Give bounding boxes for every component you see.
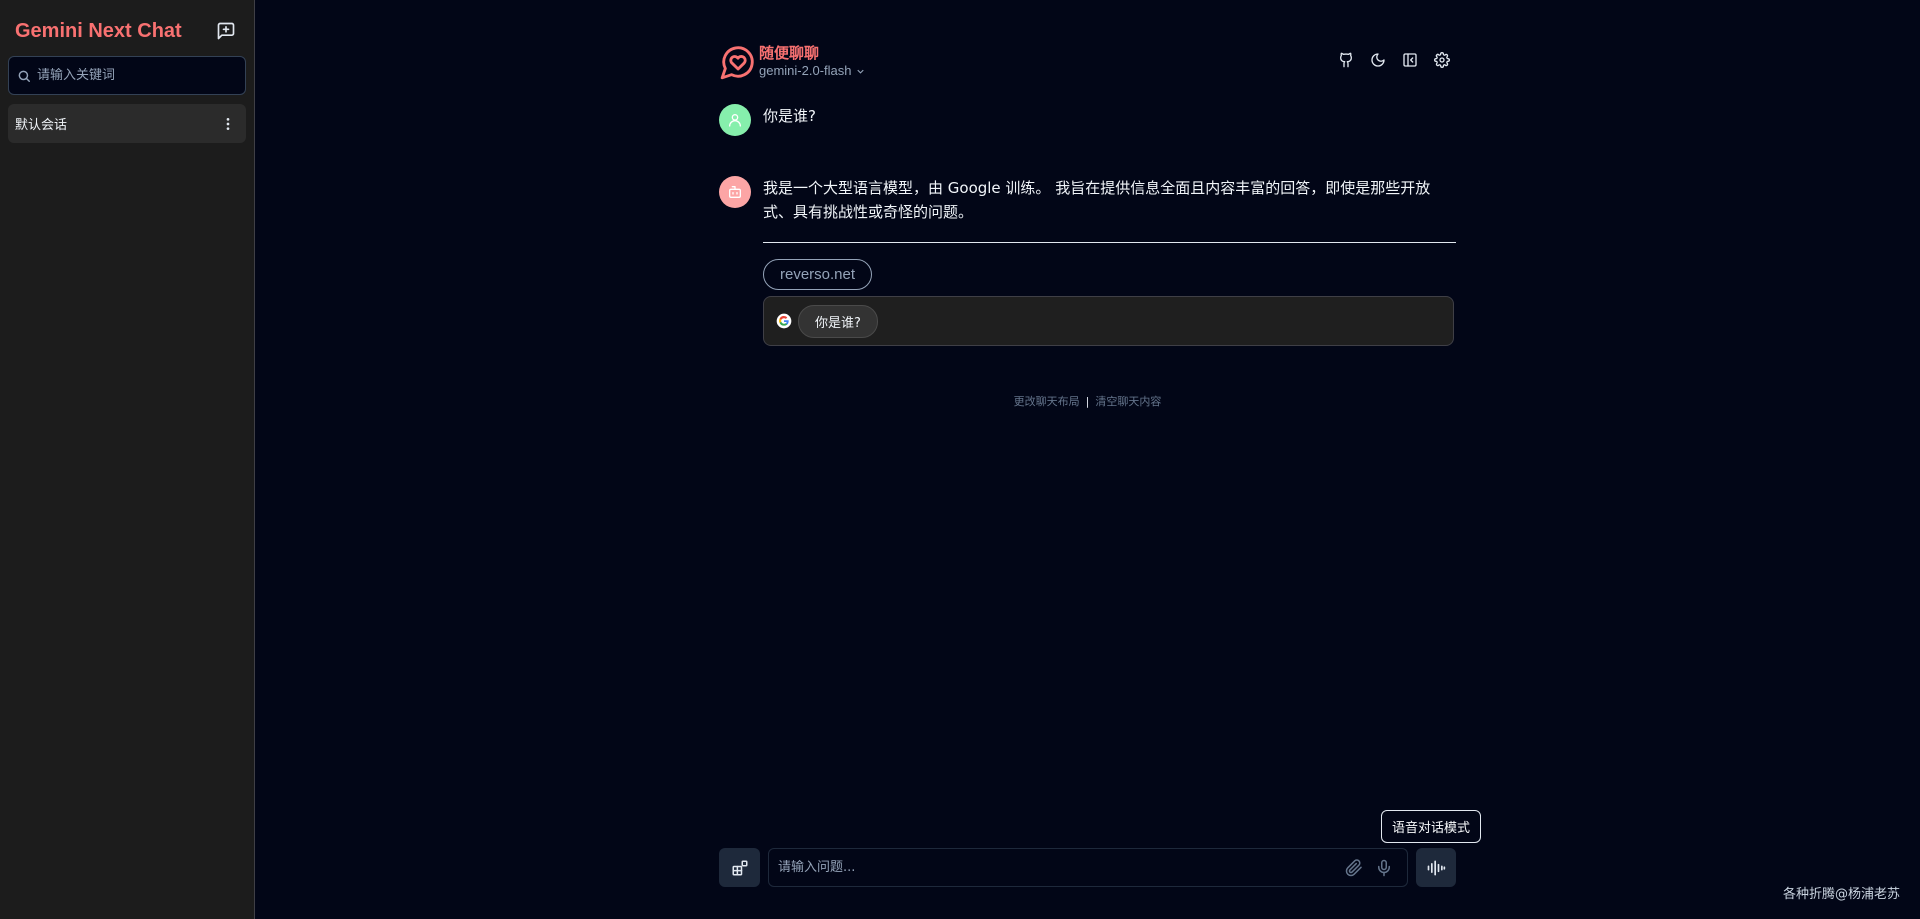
plugin-icon (732, 860, 747, 875)
moon-icon (1371, 53, 1385, 67)
conversation-menu-button[interactable] (218, 112, 238, 136)
settings-button[interactable] (1428, 48, 1456, 72)
sidebar-header: Gemini Next Chat (15, 16, 240, 46)
change-layout-link[interactable]: 更改聊天布局 (1014, 395, 1080, 408)
plugin-button[interactable] (719, 848, 760, 887)
theme-toggle-button[interactable] (1364, 48, 1392, 72)
search-box (8, 56, 246, 95)
sidebar: Gemini Next Chat 默认会话 (0, 0, 255, 919)
new-chat-button[interactable] (212, 17, 240, 45)
model-selector[interactable]: gemini-2.0-flash (759, 62, 866, 80)
search-input[interactable] (37, 68, 227, 83)
model-message-text: 我是一个大型语言模型，由 Google 训练。 我旨在提供信息全面且内容丰富的回… (763, 179, 1431, 221)
chat-heart-icon (720, 46, 754, 80)
source-link[interactable]: reverso.net (763, 259, 873, 290)
github-icon (1339, 52, 1353, 68)
bot-avatar (719, 176, 751, 208)
user-message: 你是谁? (719, 104, 1456, 136)
app-title: Gemini Next Chat (15, 19, 182, 42)
model-name: gemini-2.0-flash (759, 63, 852, 78)
conversation-title: 默认会话 (15, 118, 68, 133)
attach-button[interactable] (1339, 853, 1369, 883)
answer-divider (763, 242, 1456, 243)
assistant-name: 随便聊聊 (759, 44, 820, 62)
model-message: 我是一个大型语言模型，由 Google 训练。 我旨在提供信息全面且内容丰富的回… (719, 176, 1456, 346)
microphone-button[interactable] (1369, 853, 1399, 883)
message-input[interactable] (778, 860, 1339, 875)
header-tools (1332, 48, 1456, 72)
chevron-down-icon (856, 69, 864, 74)
github-button[interactable] (1332, 48, 1360, 72)
link-separator: | (1085, 395, 1090, 408)
google-icon (776, 313, 792, 329)
search-suggestions: 你是谁? (763, 296, 1454, 346)
search-icon (18, 70, 30, 82)
audio-waveform-icon (1427, 860, 1446, 875)
chat-header: 随便聊聊 gemini-2.0-flash (719, 40, 1456, 84)
answer-content: 我是一个大型语言模型，由 Google 训练。 我旨在提供信息全面且内容丰富的回… (763, 176, 1456, 346)
sidebar-toggle-button[interactable] (1396, 48, 1424, 72)
assistant-brand: 随便聊聊 gemini-2.0-flash (719, 40, 866, 84)
paperclip-icon (1345, 858, 1362, 876)
bot-icon (729, 186, 741, 198)
microphone-icon (1378, 859, 1390, 876)
gear-icon (1434, 52, 1450, 68)
voice-mode-tooltip: 语音对话模式 (1381, 810, 1482, 843)
search-suggestion-chip[interactable]: 你是谁? (798, 304, 878, 338)
message-input-box (768, 848, 1408, 887)
user-icon (729, 114, 741, 127)
watermark: 各种折腾@杨浦老苏 (1782, 887, 1900, 902)
panel-icon (1403, 53, 1417, 67)
voice-mode-button[interactable] (1416, 848, 1456, 887)
new-chat-icon (217, 22, 235, 40)
clear-chat-link[interactable]: 清空聊天内容 (1095, 395, 1161, 408)
more-vertical-icon (226, 117, 230, 130)
user-message-text: 你是谁? (763, 107, 816, 125)
chat-footer-links: 更改聊天布局 | 清空聊天内容 (719, 393, 1456, 409)
user-avatar (719, 104, 751, 136)
conversation-item[interactable]: 默认会话 (8, 104, 246, 143)
